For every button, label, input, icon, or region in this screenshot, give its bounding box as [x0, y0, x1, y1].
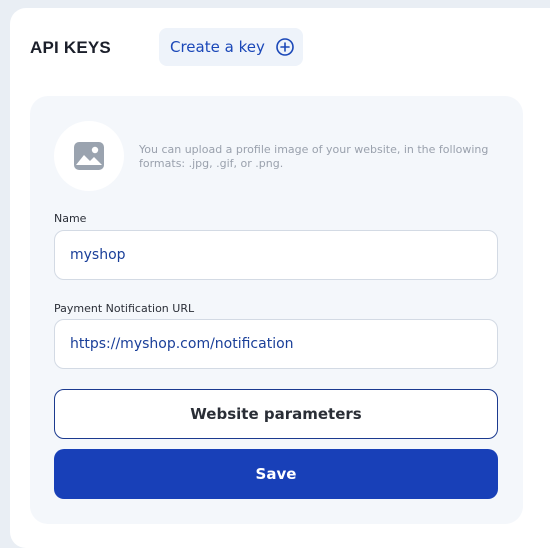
notification-url-label: Payment Notification URL	[54, 302, 195, 315]
create-key-label: Create a key	[170, 38, 265, 56]
create-key-button[interactable]: Create a key	[159, 28, 303, 66]
image-icon	[74, 142, 104, 170]
name-label: Name	[54, 212, 87, 225]
name-field[interactable]: myshop	[54, 230, 498, 280]
save-button[interactable]: Save	[54, 449, 498, 499]
page-title: API KEYS	[30, 38, 111, 57]
website-parameters-button[interactable]: Website parameters	[54, 389, 498, 439]
plus-circle-icon	[276, 38, 294, 56]
upload-hint: You can upload a profile image of your w…	[139, 143, 489, 170]
profile-image-upload[interactable]	[54, 121, 124, 191]
notification-url-field[interactable]: https://myshop.com/notification	[54, 319, 498, 369]
